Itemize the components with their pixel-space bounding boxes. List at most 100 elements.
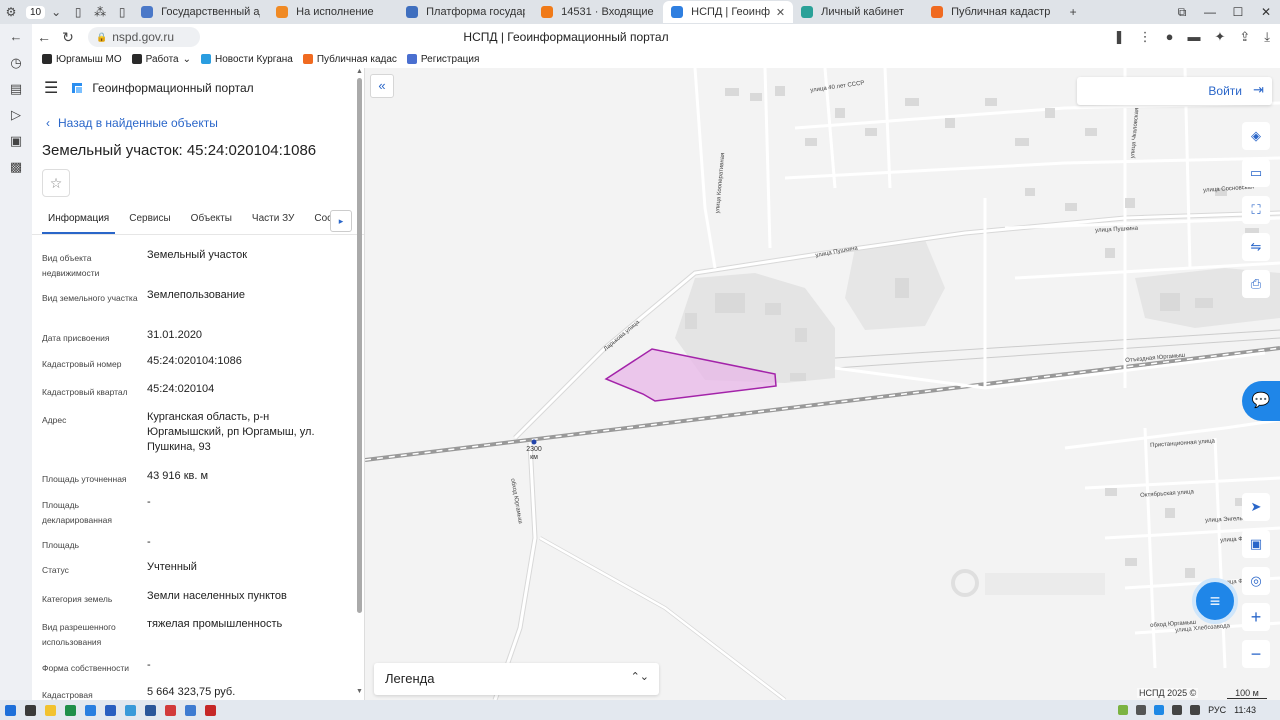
download-icon[interactable]: ⤓ [1264,29,1270,45]
browser-side-rail: ← ◷ ▤ ▷ ▣ ▩ [0,24,32,700]
bookmark-item[interactable]: Публичная кадас [302,53,397,65]
back-arrow-icon[interactable]: ← [0,24,32,50]
flag-icon[interactable]: ▬ [1187,29,1200,45]
tray-app-icon[interactable] [1118,705,1129,715]
bookmark-item[interactable]: Работа ⌄ [131,53,192,65]
navigate-button[interactable]: ➤ [1242,493,1270,521]
favorite-star-button[interactable]: ☆ [42,169,70,197]
browser-tab[interactable]: Государственный адресн [133,1,268,23]
bookmark-item[interactable]: Регистрация [406,54,479,65]
hamburger-menu-icon[interactable]: ☰ [44,78,58,98]
browser-tab[interactable]: Платформа государствен [398,1,533,23]
chevron-right-icon: ▸ [338,216,344,226]
chat-support-button[interactable]: ≡ [1192,578,1238,624]
collapse-panel-button[interactable]: « [370,74,394,98]
tab-favicon-icon [141,6,154,18]
road [693,68,717,269]
login-button[interactable]: Войти ⇥ [1077,77,1272,105]
os-taskbar: РУС 11:43 [0,700,1280,720]
taskbar-folder-icon[interactable] [41,702,60,718]
login-label: Войти [1208,84,1242,98]
property-label: Дата присвоения [42,333,110,343]
scroll-down-arrow-icon[interactable]: ▼ [356,688,363,695]
tray-app-icon[interactable] [1136,705,1147,715]
share-icon[interactable]: ⇪ [1239,29,1250,45]
maximize-icon[interactable]: ☐ [1224,0,1252,24]
taskbar-app-icon[interactable] [81,702,100,718]
close-window-icon[interactable]: ✕ [1252,0,1280,24]
clock-time[interactable]: 11:43 [1234,705,1256,715]
minimize-icon[interactable]: — [1196,0,1224,24]
page-icon[interactable]: ▯ [67,2,89,22]
object-title: Земельный участок: 45:24:020104:1086 [42,142,317,159]
new-tab-plus-icon[interactable]: + [1062,2,1084,22]
road [1084,476,1280,490]
scroll-up-arrow-icon[interactable]: ▲ [356,68,363,75]
minimap-button[interactable]: ▣ [1242,530,1270,558]
bookmark-item[interactable]: Новости Кургана [201,54,293,65]
start-windows-icon[interactable] [1,702,20,718]
back-to-results-link[interactable]: ‹ Назад в найденные объекты [46,116,218,130]
taskbar-app-icon[interactable] [201,702,220,718]
tray-app-icon[interactable] [1154,705,1165,715]
select-area-button[interactable]: ⛶ [1242,196,1270,224]
layers-button[interactable]: ◈ [1242,122,1270,150]
tab-2[interactable]: Объекты [185,208,238,234]
puzzle-extension-icon[interactable]: ✦ [1214,29,1225,45]
property-value: Земли населенных пунктов [147,590,287,602]
measure-button[interactable]: ▭ [1242,159,1270,187]
browser-tab[interactable]: 14531 · Входящие — Янде [533,1,663,23]
play-icon[interactable]: ▷ [0,102,32,128]
taskbar-app-icon[interactable] [121,702,140,718]
tab-list-chevron-icon[interactable]: ⌄ [45,2,67,22]
bookmark-favicon-icon [302,54,313,64]
document-icon[interactable]: ▯ [111,2,133,22]
expand-toggle-icon[interactable]: ⌃⌄ [631,670,649,683]
browser-tab[interactable]: Личный кабинет [793,1,923,23]
counter-icon[interactable]: ▣ [0,128,32,154]
page-title: НСПД | Геоинформационный портал [463,30,669,44]
layers-icon: ◈ [1251,128,1261,143]
widgets-icon[interactable] [21,702,40,718]
tab-0[interactable]: Информация [42,208,116,234]
legend-bar[interactable]: Легенда ⌃⌄ [374,663,659,695]
more-menu-icon[interactable]: ⋮ [1139,29,1152,45]
zoom-in-button[interactable]: + [1242,603,1270,631]
folder-chevron-icon: ⌄ [182,53,192,65]
tab-1[interactable]: Сервисы [123,208,176,234]
print-button[interactable]: ⎙ [1242,270,1270,298]
bookmark-icon[interactable]: ❚ [1114,29,1125,45]
property-label: Статус [42,565,69,575]
tray-volume-icon[interactable] [1190,705,1201,715]
taskbar-app-icon[interactable] [101,702,120,718]
zoom-out-button[interactable]: − [1242,640,1270,668]
taskbar-word-icon[interactable] [141,702,160,718]
chat-bubble-icon: 💬 [1251,392,1271,409]
collections-icon[interactable]: ⧉ [1168,0,1196,24]
taskbar-app-icon[interactable] [61,702,80,718]
notes-icon[interactable]: ▤ [0,76,32,102]
history-clock-icon[interactable]: ◷ [0,50,32,76]
tabs-scroll-right-button[interactable]: ▸ [330,210,352,232]
browser-profile-icon[interactable]: ⚙ [0,2,22,22]
taskbar-app-icon[interactable] [161,702,180,718]
geolocate-button[interactable]: ◎ [1242,567,1270,595]
tray-network-icon[interactable] [1172,705,1183,715]
taskbar-app-icon[interactable] [181,702,200,718]
bookmark-label: Публичная кадас [316,53,397,65]
map-canvas[interactable]: улица Пушкина улица Кооперативная улица Со… [365,68,1280,700]
bookmark-item[interactable]: Юргамыш МО [42,54,122,65]
apps-icon[interactable]: ⁂ [89,2,111,22]
share-button[interactable]: ⇋ [1242,233,1270,261]
browser-tab[interactable]: На исполнение [268,1,398,23]
browser-tab[interactable]: НСПД | Геоинформацио ✕ [663,1,794,23]
tab-count-badge[interactable]: 10 [26,5,46,19]
gallery-icon[interactable]: ▩ [0,154,32,180]
panel-scrollbar[interactable] [357,78,362,613]
close-tab-icon[interactable]: ✕ [776,6,785,19]
browser-tab[interactable]: Публичная кадастровая к [923,1,1058,23]
input-language[interactable]: РУС [1208,705,1226,715]
extension-avatar-icon[interactable]: ● [1166,29,1174,45]
tab-3[interactable]: Части ЗУ [246,208,300,234]
assistant-button[interactable]: 💬 [1242,381,1280,421]
